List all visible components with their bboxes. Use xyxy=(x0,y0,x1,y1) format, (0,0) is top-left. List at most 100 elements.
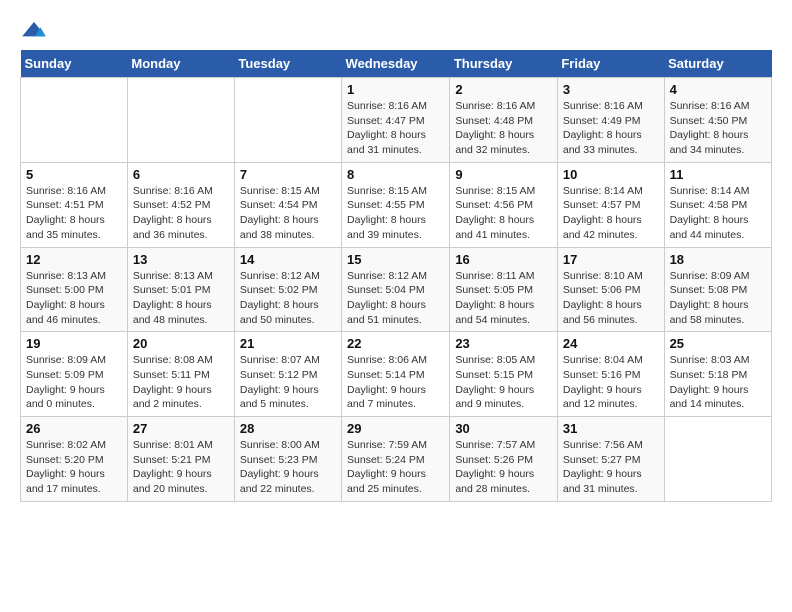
day-cell: 13 Sunrise: 8:13 AM Sunset: 5:01 PM Dayli… xyxy=(127,247,234,332)
logo-icon xyxy=(20,20,48,40)
day-number: 1 xyxy=(347,82,444,97)
day-cell: 1 Sunrise: 8:16 AM Sunset: 4:47 PM Daylig… xyxy=(342,78,450,163)
day-number: 4 xyxy=(670,82,766,97)
day-number: 8 xyxy=(347,167,444,182)
day-cell xyxy=(234,78,341,163)
day-cell: 19 Sunrise: 8:09 AM Sunset: 5:09 PM Dayli… xyxy=(21,332,128,417)
day-number: 23 xyxy=(455,336,552,351)
day-info: Sunrise: 8:12 AM Sunset: 5:04 PM Dayligh… xyxy=(347,269,444,328)
day-number: 21 xyxy=(240,336,336,351)
day-info: Sunrise: 8:15 AM Sunset: 4:56 PM Dayligh… xyxy=(455,184,552,243)
day-number: 25 xyxy=(670,336,766,351)
day-info: Sunrise: 8:05 AM Sunset: 5:15 PM Dayligh… xyxy=(455,353,552,412)
day-cell: 2 Sunrise: 8:16 AM Sunset: 4:48 PM Daylig… xyxy=(450,78,558,163)
day-number: 29 xyxy=(347,421,444,436)
day-number: 7 xyxy=(240,167,336,182)
day-info: Sunrise: 8:16 AM Sunset: 4:48 PM Dayligh… xyxy=(455,99,552,158)
day-info: Sunrise: 8:01 AM Sunset: 5:21 PM Dayligh… xyxy=(133,438,229,497)
day-cell: 6 Sunrise: 8:16 AM Sunset: 4:52 PM Daylig… xyxy=(127,162,234,247)
day-number: 6 xyxy=(133,167,229,182)
day-cell: 21 Sunrise: 8:07 AM Sunset: 5:12 PM Dayli… xyxy=(234,332,341,417)
day-number: 19 xyxy=(26,336,122,351)
day-number: 3 xyxy=(563,82,659,97)
day-cell: 22 Sunrise: 8:06 AM Sunset: 5:14 PM Dayli… xyxy=(342,332,450,417)
day-cell: 5 Sunrise: 8:16 AM Sunset: 4:51 PM Daylig… xyxy=(21,162,128,247)
day-cell: 16Sunrise: 8:11 AM Sunset: 5:05 PM Dayli… xyxy=(450,247,558,332)
day-info: Sunrise: 7:57 AM Sunset: 5:26 PM Dayligh… xyxy=(455,438,552,497)
day-info: Sunrise: 8:10 AM Sunset: 5:06 PM Dayligh… xyxy=(563,269,659,328)
day-cell: 11Sunrise: 8:14 AM Sunset: 4:58 PM Dayli… xyxy=(664,162,771,247)
day-cell: 30 Sunrise: 7:57 AM Sunset: 5:26 PM Dayli… xyxy=(450,417,558,502)
day-cell: 7 Sunrise: 8:15 AM Sunset: 4:54 PM Daylig… xyxy=(234,162,341,247)
day-number: 31 xyxy=(563,421,659,436)
day-info: Sunrise: 7:56 AM Sunset: 5:27 PM Dayligh… xyxy=(563,438,659,497)
day-number: 9 xyxy=(455,167,552,182)
day-info: Sunrise: 8:13 AM Sunset: 5:00 PM Dayligh… xyxy=(26,269,122,328)
day-cell: 12 Sunrise: 8:13 AM Sunset: 5:00 PM Dayli… xyxy=(21,247,128,332)
day-info: Sunrise: 8:02 AM Sunset: 5:20 PM Dayligh… xyxy=(26,438,122,497)
day-cell: 4 Sunrise: 8:16 AM Sunset: 4:50 PM Daylig… xyxy=(664,78,771,163)
day-cell: 9 Sunrise: 8:15 AM Sunset: 4:56 PM Daylig… xyxy=(450,162,558,247)
day-cell: 26 Sunrise: 8:02 AM Sunset: 5:20 PM Dayli… xyxy=(21,417,128,502)
day-info: Sunrise: 8:16 AM Sunset: 4:50 PM Dayligh… xyxy=(670,99,766,158)
day-number: 15 xyxy=(347,252,444,267)
day-number: 22 xyxy=(347,336,444,351)
day-info: Sunrise: 8:09 AM Sunset: 5:08 PM Dayligh… xyxy=(670,269,766,328)
day-number: 28 xyxy=(240,421,336,436)
day-info: Sunrise: 8:03 AM Sunset: 5:18 PM Dayligh… xyxy=(670,353,766,412)
weekday-header-tuesday: Tuesday xyxy=(234,50,341,78)
day-info: Sunrise: 8:11 AM Sunset: 5:05 PM Dayligh… xyxy=(455,269,552,328)
day-info: Sunrise: 8:12 AM Sunset: 5:02 PM Dayligh… xyxy=(240,269,336,328)
day-cell: 24Sunrise: 8:04 AM Sunset: 5:16 PM Dayli… xyxy=(557,332,664,417)
day-info: Sunrise: 8:14 AM Sunset: 4:58 PM Dayligh… xyxy=(670,184,766,243)
day-cell xyxy=(21,78,128,163)
day-number: 12 xyxy=(26,252,122,267)
day-cell: 3 Sunrise: 8:16 AM Sunset: 4:49 PM Daylig… xyxy=(557,78,664,163)
calendar-table: SundayMondayTuesdayWednesdayThursdayFrid… xyxy=(20,50,772,502)
week-row-2: 5 Sunrise: 8:16 AM Sunset: 4:51 PM Daylig… xyxy=(21,162,772,247)
day-info: Sunrise: 8:16 AM Sunset: 4:51 PM Dayligh… xyxy=(26,184,122,243)
day-info: Sunrise: 8:14 AM Sunset: 4:57 PM Dayligh… xyxy=(563,184,659,243)
page-header xyxy=(20,20,772,40)
day-info: Sunrise: 8:00 AM Sunset: 5:23 PM Dayligh… xyxy=(240,438,336,497)
day-cell: 10 Sunrise: 8:14 AM Sunset: 4:57 PM Dayli… xyxy=(557,162,664,247)
weekday-header-wednesday: Wednesday xyxy=(342,50,450,78)
day-info: Sunrise: 8:08 AM Sunset: 5:11 PM Dayligh… xyxy=(133,353,229,412)
day-cell: 31 Sunrise: 7:56 AM Sunset: 5:27 PM Dayli… xyxy=(557,417,664,502)
day-cell: 23 Sunrise: 8:05 AM Sunset: 5:15 PM Dayli… xyxy=(450,332,558,417)
weekday-header-sunday: Sunday xyxy=(21,50,128,78)
day-info: Sunrise: 8:07 AM Sunset: 5:12 PM Dayligh… xyxy=(240,353,336,412)
week-row-1: 1 Sunrise: 8:16 AM Sunset: 4:47 PM Daylig… xyxy=(21,78,772,163)
day-number: 18 xyxy=(670,252,766,267)
day-info: Sunrise: 8:16 AM Sunset: 4:49 PM Dayligh… xyxy=(563,99,659,158)
day-cell: 15 Sunrise: 8:12 AM Sunset: 5:04 PM Dayli… xyxy=(342,247,450,332)
day-info: Sunrise: 8:06 AM Sunset: 5:14 PM Dayligh… xyxy=(347,353,444,412)
day-number: 5 xyxy=(26,167,122,182)
logo xyxy=(20,20,52,40)
day-number: 26 xyxy=(26,421,122,436)
day-info: Sunrise: 8:09 AM Sunset: 5:09 PM Dayligh… xyxy=(26,353,122,412)
day-cell: 18 Sunrise: 8:09 AM Sunset: 5:08 PM Dayli… xyxy=(664,247,771,332)
day-number: 13 xyxy=(133,252,229,267)
day-info: Sunrise: 8:13 AM Sunset: 5:01 PM Dayligh… xyxy=(133,269,229,328)
day-info: Sunrise: 8:15 AM Sunset: 4:54 PM Dayligh… xyxy=(240,184,336,243)
day-number: 24 xyxy=(563,336,659,351)
day-number: 20 xyxy=(133,336,229,351)
day-number: 10 xyxy=(563,167,659,182)
day-info: Sunrise: 8:16 AM Sunset: 4:52 PM Dayligh… xyxy=(133,184,229,243)
week-row-4: 19 Sunrise: 8:09 AM Sunset: 5:09 PM Dayli… xyxy=(21,332,772,417)
weekday-header-saturday: Saturday xyxy=(664,50,771,78)
day-cell xyxy=(664,417,771,502)
day-cell: 27 Sunrise: 8:01 AM Sunset: 5:21 PM Dayli… xyxy=(127,417,234,502)
day-cell: 8Sunrise: 8:15 AM Sunset: 4:55 PM Daylig… xyxy=(342,162,450,247)
day-number: 30 xyxy=(455,421,552,436)
day-number: 17 xyxy=(563,252,659,267)
day-number: 2 xyxy=(455,82,552,97)
week-row-3: 12 Sunrise: 8:13 AM Sunset: 5:00 PM Dayli… xyxy=(21,247,772,332)
week-row-5: 26 Sunrise: 8:02 AM Sunset: 5:20 PM Dayli… xyxy=(21,417,772,502)
day-cell: 14Sunrise: 8:12 AM Sunset: 5:02 PM Dayli… xyxy=(234,247,341,332)
day-cell: 29Sunrise: 7:59 AM Sunset: 5:24 PM Dayli… xyxy=(342,417,450,502)
day-number: 27 xyxy=(133,421,229,436)
day-cell: 17 Sunrise: 8:10 AM Sunset: 5:06 PM Dayli… xyxy=(557,247,664,332)
day-info: Sunrise: 8:16 AM Sunset: 4:47 PM Dayligh… xyxy=(347,99,444,158)
